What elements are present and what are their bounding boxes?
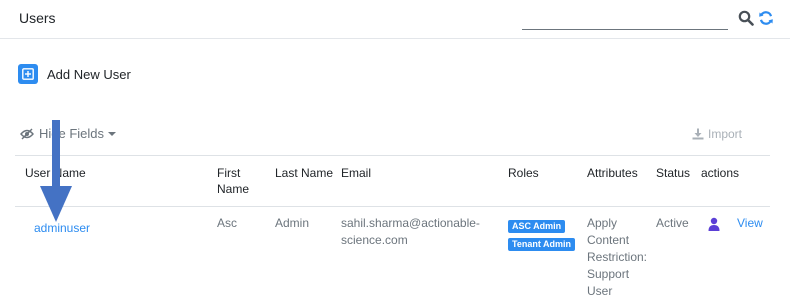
hide-fields-label: Hide Fields — [39, 126, 105, 141]
view-link[interactable]: View — [737, 215, 763, 232]
import-label: Import — [708, 127, 743, 141]
cell-attributes: Apply Content Restriction: Support User — [587, 216, 648, 298]
table-row: adminuser Asc Admin sahil.sharma@actiona… — [15, 207, 770, 305]
column-header-attributes[interactable]: Attributes — [587, 156, 656, 207]
search-icon[interactable] — [738, 10, 754, 26]
page-title: Users — [19, 10, 56, 26]
refresh-icon[interactable] — [758, 10, 774, 26]
role-badge: Tenant Admin — [508, 238, 575, 251]
column-header-status[interactable]: Status — [656, 156, 701, 207]
cell-first-name: Asc — [217, 216, 238, 230]
page-header: Users — [0, 0, 790, 39]
cell-status: Active — [656, 216, 689, 230]
cell-email: sahil.sharma@actionable-science.com — [341, 216, 480, 247]
table-header-row: User Name First Name Last Name Email Rol… — [15, 155, 770, 207]
cell-roles: ASC Admin Tenant Admin — [508, 207, 587, 305]
column-header-roles[interactable]: Roles — [508, 156, 587, 207]
hide-fields-dropdown[interactable]: Hide Fields — [20, 126, 117, 141]
plus-square-icon — [18, 64, 38, 84]
download-icon — [692, 128, 704, 140]
import-button[interactable]: Import — [692, 127, 742, 141]
cell-last-name: Admin — [275, 216, 310, 230]
add-user-button[interactable]: Add New User — [18, 64, 131, 84]
column-header-actions: actions — [701, 166, 740, 180]
add-user-label: Add New User — [47, 66, 131, 82]
caret-down-icon — [108, 131, 117, 136]
column-header-first-name[interactable]: First Name — [217, 156, 275, 207]
role-badge: ASC Admin — [508, 220, 566, 233]
column-header-email[interactable]: Email — [341, 156, 508, 207]
user-icon[interactable] — [707, 217, 721, 231]
cell-user-name: adminuser — [15, 207, 217, 305]
eye-slash-icon — [20, 128, 34, 139]
users-table: User Name First Name Last Name Email Rol… — [15, 155, 770, 304]
user-name-link[interactable]: adminuser — [34, 220, 90, 237]
search-input[interactable] — [522, 7, 728, 30]
column-header-last-name[interactable]: Last Name — [275, 156, 341, 207]
column-header-user-name[interactable]: User Name — [15, 156, 217, 207]
cell-actions: View — [701, 207, 770, 305]
